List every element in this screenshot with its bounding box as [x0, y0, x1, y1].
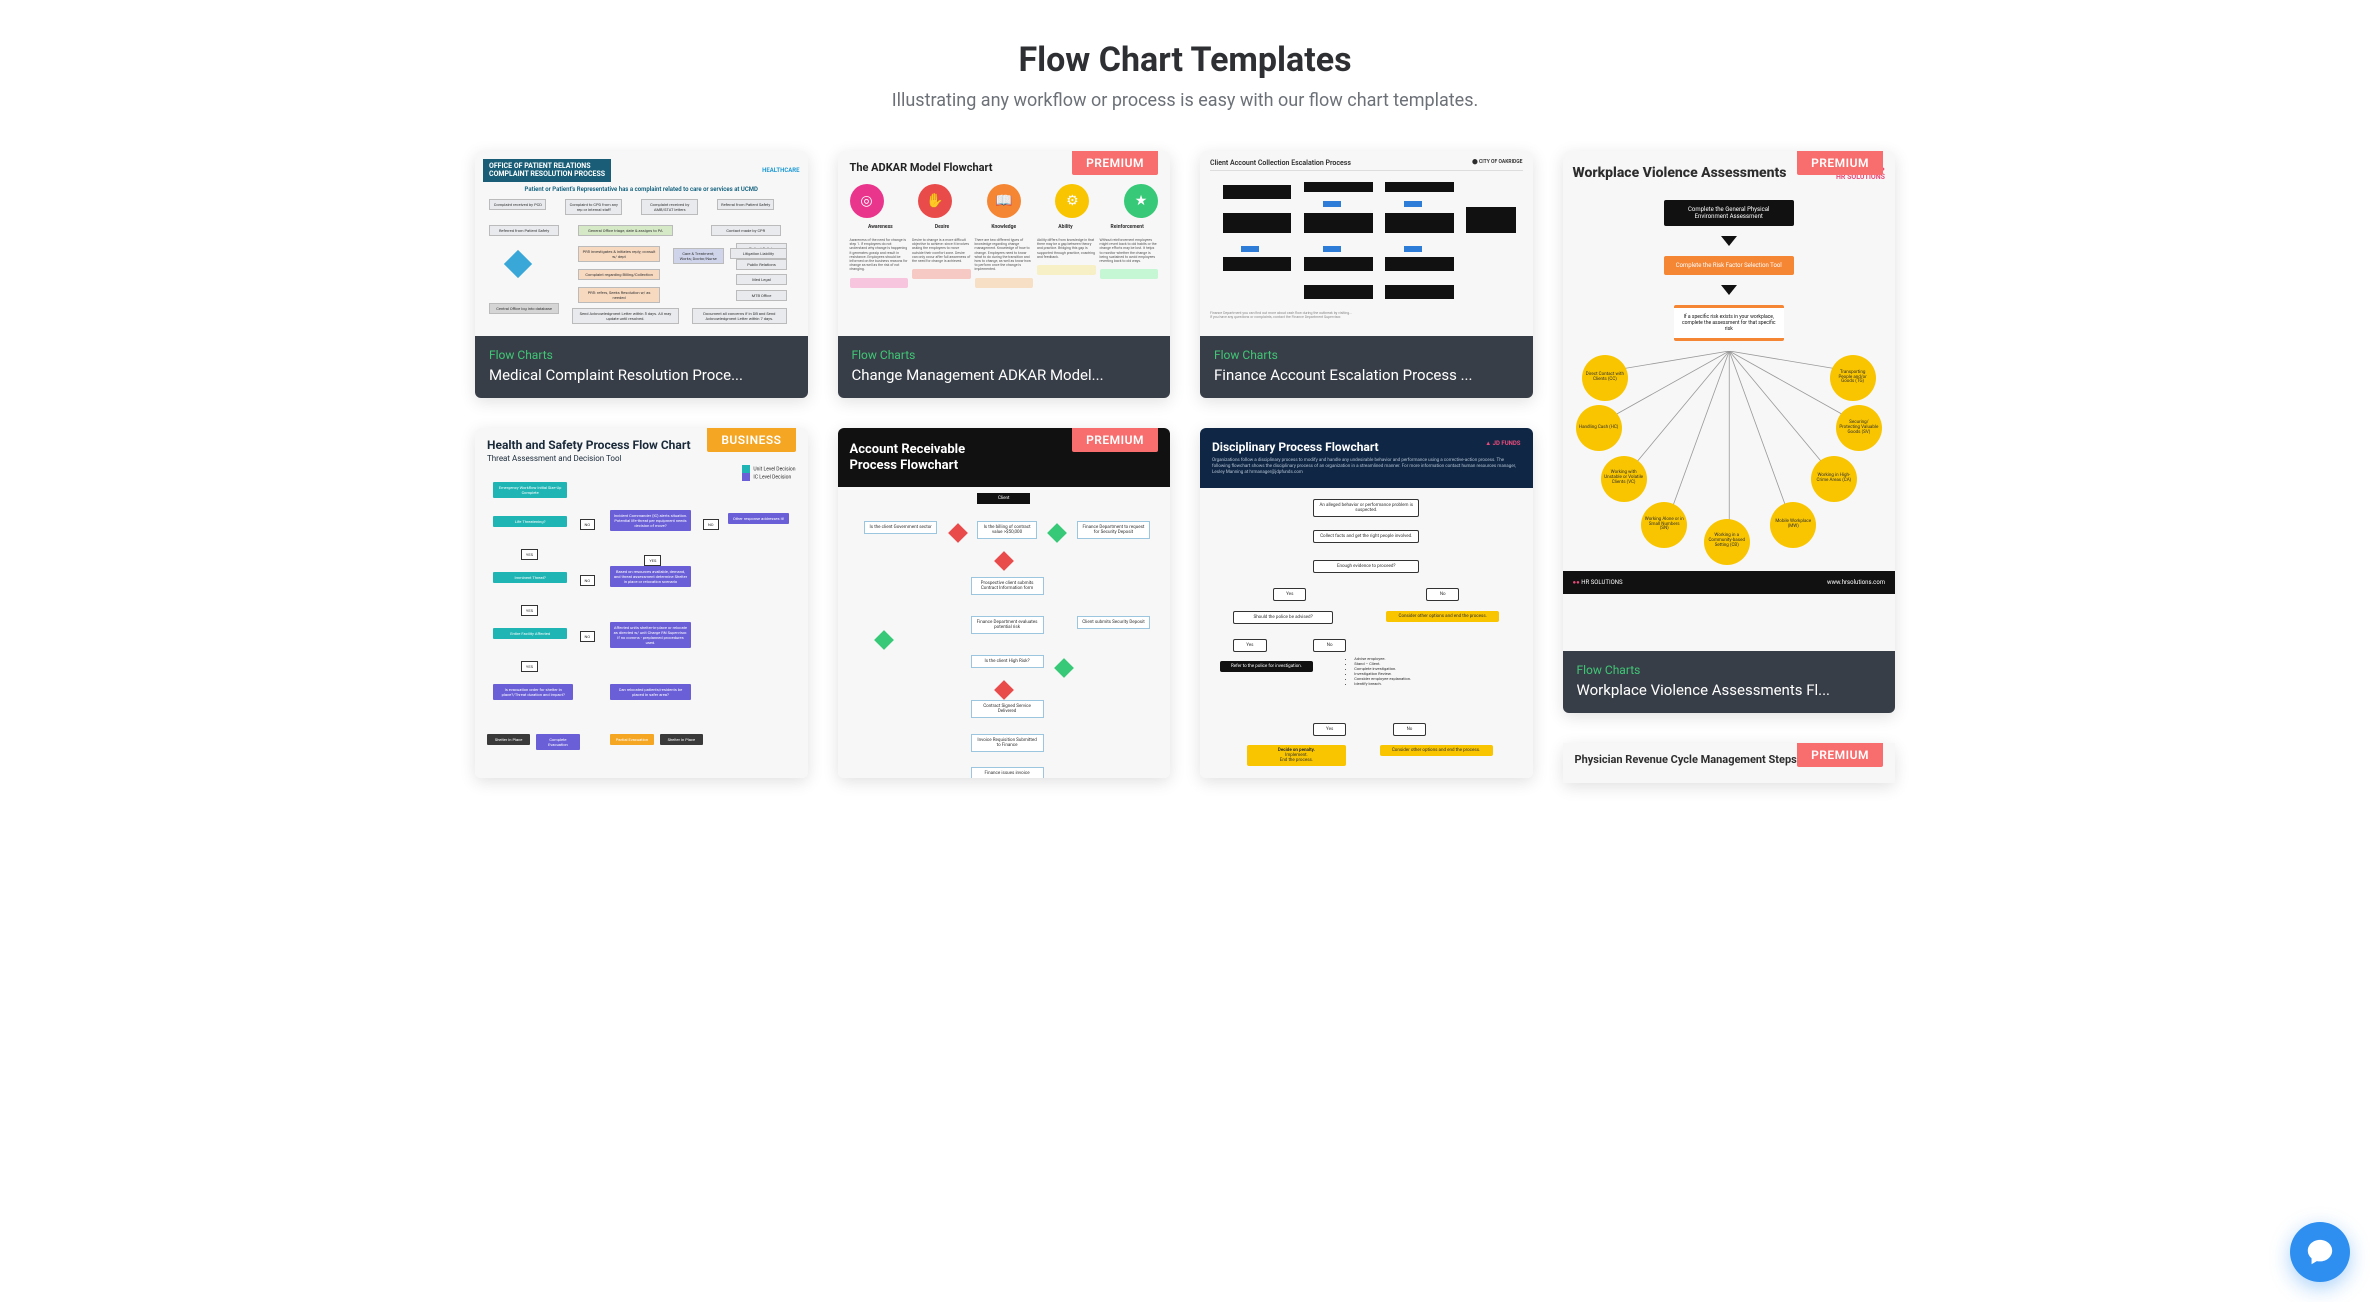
thumb-heading: Client Account Collection Escalation Pro…: [1210, 159, 1351, 167]
grid-col-2: PREMIUM The ADKAR Model Flowchart ◎ ✋ 📖 …: [838, 151, 1171, 778]
template-thumb: OFFICE OF PATIENT RELATIONSCOMPLAINT RES…: [475, 151, 808, 336]
template-card-workplace-violence[interactable]: PREMIUM Workplace Violence Assessments ●…: [1563, 151, 1896, 713]
step-reinforcement: Reinforcement: [1096, 224, 1158, 230]
step-knowledge: Knowledge: [973, 224, 1035, 230]
template-card-health-safety[interactable]: BUSINESS Health and Safety Process Flow …: [475, 428, 808, 778]
template-category: Flow Charts: [489, 348, 794, 362]
business-badge: BUSINESS: [707, 428, 795, 452]
template-title: Medical Complaint Resolution Proce...: [489, 366, 794, 384]
template-thumb: RIVERSIDE COUNTY Account ReceivableProce…: [838, 428, 1171, 778]
chat-icon: [2305, 1237, 2335, 1267]
template-caption: Flow Charts Change Management ADKAR Mode…: [838, 336, 1171, 398]
template-caption: Flow Charts Medical Complaint Resolution…: [475, 336, 808, 398]
thumb-heading: Workplace Violence Assessments: [1573, 165, 1787, 182]
thumb-brand: CITY OF OAKRIDGE: [1479, 159, 1523, 165]
step-ability: Ability: [1035, 224, 1097, 230]
page-header: Flow Chart Templates Illustrating any wo…: [60, 40, 2310, 111]
grid-col-1: OFFICE OF PATIENT RELATIONSCOMPLAINT RES…: [475, 151, 808, 778]
template-caption: Flow Charts Finance Account Escalation P…: [1200, 336, 1533, 398]
step-3: If a specific risk exists in your workpl…: [1674, 305, 1784, 341]
template-title: Change Management ADKAR Model...: [852, 366, 1157, 384]
template-thumb: Disciplinary Process Flowchart ▲ JD FUND…: [1200, 428, 1533, 778]
template-title: Finance Account Escalation Process ...: [1214, 366, 1519, 384]
templates-page: Flow Chart Templates Illustrating any wo…: [0, 0, 2370, 823]
template-title: Workplace Violence Assessments Fl...: [1577, 681, 1882, 699]
thumb-brand: HEALTHCARE: [762, 167, 799, 174]
chat-launcher[interactable]: [2290, 1222, 2350, 1282]
template-card-finance-escalation[interactable]: Client Account Collection Escalation Pro…: [1200, 151, 1533, 398]
template-thumb: Health and Safety Process Flow Chart Thr…: [475, 428, 808, 778]
step-awareness: Awareness: [850, 224, 912, 230]
template-thumb: Client Account Collection Escalation Pro…: [1200, 151, 1533, 336]
page-title: Flow Chart Templates: [60, 40, 2310, 80]
template-category: Flow Charts: [852, 348, 1157, 362]
templates-grid: OFFICE OF PATIENT RELATIONSCOMPLAINT RES…: [475, 151, 1895, 783]
legend-1: Unit Level Decision: [753, 466, 795, 472]
template-caption: Flow Charts Workplace Violence Assessmen…: [1563, 651, 1896, 713]
template-card-disciplinary[interactable]: Disciplinary Process Flowchart ▲ JD FUND…: [1200, 428, 1533, 778]
premium-badge: PREMIUM: [1797, 151, 1883, 175]
thumb-heading-2: COMPLAINT RESOLUTION PROCESS: [489, 170, 605, 178]
template-thumb: The ADKAR Model Flowchart ◎ ✋ 📖 ⚙ ★ Awar…: [838, 151, 1171, 336]
step-1: Complete the General Physical Environmen…: [1664, 200, 1794, 226]
thumb-sub: Threat Assessment and Decision Tool: [487, 454, 691, 463]
template-card-account-receivable[interactable]: PREMIUM RIVERSIDE COUNTY Account Receiva…: [838, 428, 1171, 778]
template-category: Flow Charts: [1577, 663, 1882, 677]
premium-badge: PREMIUM: [1072, 428, 1158, 452]
step-desire: Desire: [911, 224, 973, 230]
grid-col-4: PREMIUM Workplace Violence Assessments ●…: [1563, 151, 1896, 783]
step-2: Complete the Risk Factor Selection Tool: [1664, 256, 1794, 275]
thumb-heading: Health and Safety Process Flow Chart: [487, 438, 691, 452]
template-thumb: Workplace Violence Assessments ●●HR SOLU…: [1563, 151, 1896, 651]
template-card-adkar[interactable]: PREMIUM The ADKAR Model Flowchart ◎ ✋ 📖 …: [838, 151, 1171, 398]
template-card-physician-revenue[interactable]: PREMIUM Physician Revenue Cycle Manageme…: [1563, 743, 1896, 783]
grid-col-3: Client Account Collection Escalation Pro…: [1200, 151, 1533, 778]
template-category: Flow Charts: [1214, 348, 1519, 362]
premium-badge: PREMIUM: [1072, 151, 1158, 175]
template-card-medical-complaint[interactable]: OFFICE OF PATIENT RELATIONSCOMPLAINT RES…: [475, 151, 808, 398]
premium-badge: PREMIUM: [1797, 743, 1883, 767]
thumb-subhead: Patient or Patient's Representative has …: [483, 186, 800, 193]
legend-2: IC Level Decision: [753, 474, 791, 480]
page-subtitle: Illustrating any workflow or process is …: [60, 90, 2310, 111]
